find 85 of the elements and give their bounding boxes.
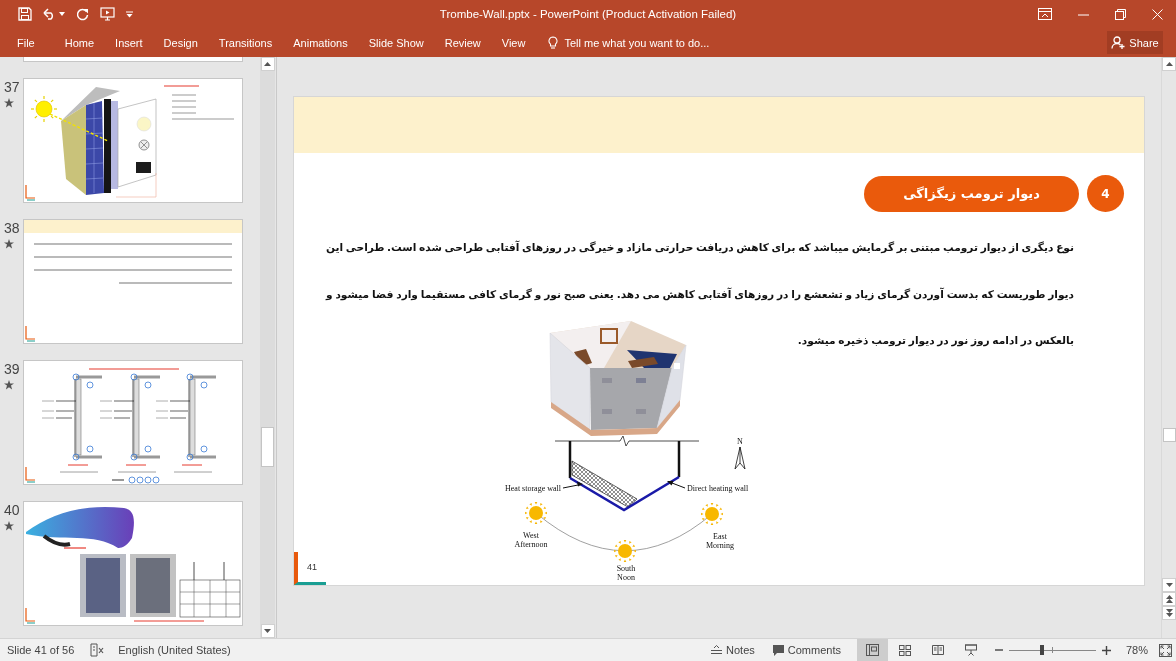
ribbon-tab[interactable]: Slide Show bbox=[362, 32, 430, 53]
direction-label: South bbox=[616, 564, 636, 573]
spelling-check-icon[interactable] bbox=[90, 643, 105, 657]
reading-view-icon bbox=[932, 644, 945, 656]
person-add-icon bbox=[1111, 36, 1126, 49]
share-button[interactable]: Share bbox=[1107, 31, 1163, 54]
customize-toolbar-icon[interactable] bbox=[126, 10, 133, 18]
caret-down-icon bbox=[264, 629, 271, 633]
slideshow-icon bbox=[965, 644, 978, 656]
sun-icon bbox=[701, 503, 723, 525]
time-label: Noon bbox=[617, 573, 635, 582]
file-tab[interactable]: File bbox=[11, 32, 41, 53]
scroll-up-button[interactable] bbox=[260, 57, 275, 71]
sun-icon bbox=[525, 502, 547, 524]
tell-me-field[interactable]: Tell me what you want to do... bbox=[564, 36, 715, 49]
ribbon-tab[interactable]: Home bbox=[58, 32, 101, 53]
ribbon-tab[interactable]: Transitions bbox=[212, 32, 279, 53]
notes-icon bbox=[711, 645, 723, 655]
notes-button[interactable]: Notes bbox=[711, 644, 755, 656]
time-label: Morning bbox=[706, 541, 734, 550]
north-arrow-icon bbox=[734, 446, 746, 470]
zoom-out-icon[interactable] bbox=[994, 646, 1003, 654]
next-slide-button[interactable] bbox=[1162, 606, 1176, 620]
caret-down-icon bbox=[1165, 583, 1173, 587]
caret-icon[interactable] bbox=[59, 12, 65, 16]
diagram-label: Direct heating wall bbox=[687, 484, 749, 493]
double-caret-up-icon bbox=[1165, 595, 1173, 603]
ribbon-tab[interactable]: Design bbox=[157, 32, 204, 53]
scrollbar-thumb[interactable] bbox=[261, 427, 274, 467]
close-icon[interactable] bbox=[1152, 8, 1163, 20]
scroll-up-button[interactable] bbox=[1162, 57, 1176, 71]
previous-slide-button[interactable] bbox=[1162, 592, 1176, 606]
wall-line bbox=[677, 441, 681, 477]
fit-slide-icon[interactable] bbox=[1159, 643, 1172, 657]
undo-icon[interactable] bbox=[43, 8, 56, 20]
slide-sorter-icon bbox=[899, 644, 912, 656]
leader-arrow bbox=[562, 481, 583, 489]
scroll-down-button[interactable] bbox=[260, 624, 275, 638]
slider-thumb[interactable] bbox=[1040, 645, 1044, 655]
comment-icon bbox=[772, 644, 784, 656]
section-number: 4 bbox=[1087, 175, 1124, 212]
ribbon-tab[interactable]: View bbox=[495, 32, 532, 53]
slide-thumbnail[interactable] bbox=[23, 219, 243, 344]
slide-thumbnail[interactable] bbox=[23, 360, 243, 485]
slide-thumbnail[interactable] bbox=[23, 57, 243, 62]
ribbon-tab[interactable]: Insert bbox=[109, 32, 149, 53]
zoom-level[interactable]: 78% bbox=[1125, 644, 1148, 656]
caret-up-icon bbox=[264, 62, 271, 66]
ribbon-tab[interactable]: Review bbox=[438, 32, 487, 53]
time-label: Afternoon bbox=[514, 540, 548, 549]
zoom-in-icon[interactable] bbox=[1101, 645, 1111, 655]
heat-storage-wall bbox=[571, 460, 638, 508]
diagram-label: Heat storage wall bbox=[505, 484, 561, 493]
body-paragraph: نوع دیگری از دیوار ترومب مبتنی بر گرمایش میباشد که برای کاهش دریافت حرارتی مازاد و خیرگی در روزهای آفتابی طراحی شده است. طراحی این دیوار طوریست که بدست آوردن گرمای زیاد و تشعشع را در روزهای آفتابی کاهش می دهد. یعنی صبح نور و گرمای کافی مستقیما وارد فضا میشود و بالعکس در ادامه روز نور در دیوار ترومب ذخیره میشود. bbox=[326, 239, 1074, 349]
compass-label: N bbox=[737, 437, 743, 446]
redo-icon[interactable] bbox=[76, 7, 89, 21]
view-button[interactable] bbox=[856, 639, 888, 661]
ribbon-display-options-icon[interactable] bbox=[1038, 8, 1052, 20]
direction-label: West bbox=[523, 531, 539, 540]
slide-number: 38 bbox=[4, 221, 20, 235]
slide-number: 37 bbox=[4, 80, 20, 94]
slide-thumbnail[interactable] bbox=[23, 501, 243, 626]
slide-counter: Slide 41 of 56 bbox=[7, 644, 75, 656]
restore-icon[interactable] bbox=[1115, 8, 1126, 20]
slide-thumbnail[interactable] bbox=[23, 78, 243, 203]
scroll-down-button[interactable] bbox=[1162, 578, 1176, 592]
lightbulb-icon bbox=[548, 35, 559, 50]
direction-label: East bbox=[713, 532, 727, 541]
leader-arrow bbox=[667, 481, 686, 489]
page-number: 41 bbox=[294, 552, 326, 585]
slide-number: 39 bbox=[4, 362, 20, 376]
normal-view-icon bbox=[865, 644, 879, 656]
ribbon-tab[interactable]: Animations bbox=[287, 32, 354, 53]
double-caret-down-icon bbox=[1165, 609, 1173, 617]
caret-up-icon bbox=[1165, 62, 1173, 66]
scrollbar-thumb[interactable] bbox=[1162, 428, 1176, 442]
sun-icon bbox=[614, 540, 636, 562]
wall-line bbox=[568, 441, 572, 478]
slide-number: 40 bbox=[4, 503, 20, 517]
window-title: Trombe-Wall.pptx - PowerPoint (Product Activation Failed) bbox=[439, 8, 737, 20]
comments-button[interactable]: Comments bbox=[772, 644, 841, 656]
language-button[interactable]: English (United States) bbox=[118, 644, 231, 656]
section-title: دیوار ترومب زیگزاگی bbox=[864, 175, 1079, 212]
slideshow-from-start-icon[interactable] bbox=[100, 7, 115, 21]
save-icon[interactable] bbox=[18, 7, 32, 21]
